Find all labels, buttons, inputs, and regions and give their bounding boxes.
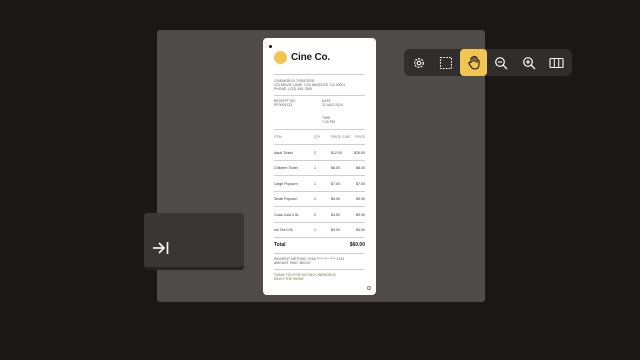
item-price: $12.00	[331, 151, 342, 155]
zoom-out-button[interactable]	[488, 49, 515, 76]
gear-icon	[413, 57, 424, 68]
amount-paid: AMOUNT PAID: $60.00	[274, 261, 311, 266]
divider	[274, 206, 365, 207]
arrow-right-to-bar-icon	[153, 242, 169, 254]
item-name: Children Ticket	[274, 166, 298, 170]
brand-header: Cine Co.	[274, 51, 330, 64]
total-value: $60.00	[349, 242, 365, 248]
divider	[274, 95, 365, 96]
hand-icon	[467, 55, 480, 70]
column-qty: QTY	[314, 135, 321, 139]
item-name: Coca-Cola 0.5L	[274, 213, 299, 217]
receipt-no-value: RF0000123	[274, 103, 293, 108]
divider	[274, 222, 365, 223]
item-name: Large Popcorn	[274, 182, 298, 186]
settings-button[interactable]	[405, 49, 432, 76]
item-qty: 2	[314, 151, 316, 155]
column-item: ITEM	[274, 135, 282, 139]
date-value: 22 AUG 2024	[322, 103, 343, 108]
item-total: $8.00	[356, 166, 365, 170]
item-qty: 1	[314, 228, 316, 232]
theater-info: CINEWORLD THEATERS 123 MOVIE LANE, LOS A…	[274, 79, 345, 92]
thank-you-line-2: ENJOY THE SHOW!	[274, 277, 304, 282]
divider	[274, 160, 365, 161]
divider	[274, 269, 365, 270]
zoom-out-icon	[495, 56, 508, 69]
item-qty: 1	[314, 182, 316, 186]
zoom-in-button[interactable]	[515, 49, 542, 76]
receipt-date: DATE 22 AUG 2024	[322, 99, 343, 107]
item-total: $26.00	[354, 151, 365, 155]
thank-you-note: THANK YOU FOR VISITING CINEWORLD! ENJOY …	[274, 273, 336, 281]
item-qty: 2	[314, 213, 316, 217]
divider	[274, 74, 365, 75]
item-price: $4.50	[331, 213, 340, 217]
item-price: $5.00	[331, 197, 340, 201]
receipt-number: RECEIPT NO. RF0000123	[274, 99, 296, 107]
select-tool-button[interactable]	[433, 49, 460, 76]
items-table-header: ITEM QTY PRICE / UNIT PRICE	[274, 135, 365, 141]
item-name: Adult Ticket	[274, 151, 293, 155]
item-price: $4.00	[331, 228, 340, 232]
total-row: Total $60.00	[274, 242, 365, 250]
payment-info: PAYMENT METHOD: VISA **** **** **** 1234…	[274, 257, 344, 265]
item-total: $4.00	[356, 228, 365, 232]
total-label: Total	[274, 242, 286, 248]
item-total: $7.00	[356, 182, 365, 186]
item-total: $9.00	[356, 213, 365, 217]
column-price-unit: PRICE / UNIT	[331, 135, 351, 139]
receipt-page: Cine Co. CINEWORLD THEATERS 123 MOVIE LA…	[263, 38, 376, 295]
table-row: Large Popcorn 1 $7.00 $7.00	[274, 182, 365, 188]
receipt-time: TIME 7:40 PM	[322, 116, 335, 124]
zoom-in-icon	[522, 56, 535, 69]
sidebar-toggle-button[interactable]	[144, 213, 244, 267]
table-row: Adult Ticket 2 $12.00 $26.00	[274, 151, 365, 157]
divider	[274, 129, 365, 130]
divider	[274, 144, 365, 145]
item-price: $8.00	[331, 166, 340, 170]
time-value: 7:40 PM	[322, 120, 335, 125]
item-qty: 1	[314, 166, 316, 170]
page-corner-icon	[367, 286, 371, 290]
table-row: Children Ticket 1 $8.00 $8.00	[274, 166, 365, 172]
columns-icon	[548, 57, 564, 68]
split-view-button[interactable]	[543, 49, 570, 76]
pan-tool-button[interactable]	[460, 49, 487, 76]
brand-logo	[274, 51, 287, 64]
theater-phone: PHONE: (123) 456-7890	[274, 87, 313, 92]
marquee-select-icon	[439, 56, 453, 69]
item-price: $7.00	[331, 182, 340, 186]
table-row: Ice Tea 0.5L 1 $4.00 $4.00	[274, 228, 365, 234]
item-name: Small Popcorn	[274, 197, 298, 201]
item-total: $5.00	[356, 197, 365, 201]
item-qty: 1	[314, 197, 316, 201]
column-total: PRICE	[355, 135, 365, 139]
divider	[274, 237, 365, 238]
viewer-toolbar	[404, 49, 572, 76]
brand-name: Cine Co.	[291, 52, 330, 63]
table-row: Coca-Cola 0.5L 2 $4.50 $9.00	[274, 213, 365, 219]
divider	[274, 191, 365, 192]
divider	[274, 175, 365, 176]
table-row: Small Popcorn 1 $5.00 $5.00	[274, 197, 365, 203]
item-name: Ice Tea 0.5L	[274, 228, 294, 232]
divider	[274, 253, 365, 254]
page-marker	[269, 45, 272, 48]
